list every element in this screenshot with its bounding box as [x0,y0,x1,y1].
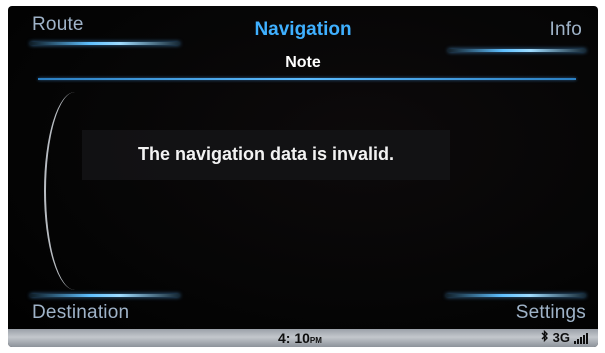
route-softkey-line [30,42,180,45]
screen-title: Navigation [254,19,352,40]
clock-ampm: PM [309,336,322,345]
settings-softkey[interactable]: Settings [516,302,586,324]
clock-time: 4: 10 [278,330,310,346]
header-divider [38,78,576,80]
message-dialog: The navigation data is invalid. [82,130,450,180]
navigation-screen: Route Info Navigation Note The navigatio… [8,6,598,347]
clock: 4: 10PM [278,330,322,346]
destination-softkey[interactable]: Destination [32,302,129,324]
network-type: 3G [552,330,570,345]
rotary-arc-decoration [44,92,106,290]
message-text: The navigation data is invalid. [137,144,395,164]
signal-strength-icon [574,332,588,344]
destination-softkey-line [30,294,180,297]
info-softkey-line [448,49,586,52]
bluetooth-icon [541,329,549,345]
connectivity-status: 3G [541,329,588,345]
status-bar: 4: 10PM 3G [8,329,598,347]
settings-softkey-line [446,294,586,297]
dialog-title: Note [285,54,321,71]
